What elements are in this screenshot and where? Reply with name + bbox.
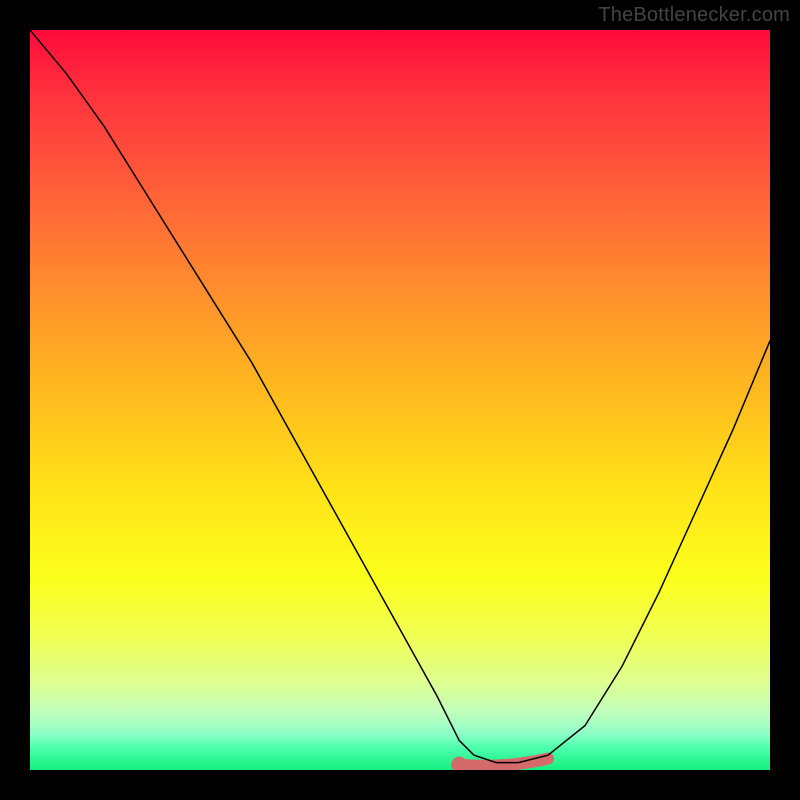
attribution-text: TheBottlenecker.com (598, 4, 790, 27)
chart-frame: TheBottlenecker.com (0, 0, 800, 800)
plot-area (30, 30, 770, 770)
bottleneck-curve (30, 30, 770, 763)
chart-svg (30, 30, 770, 770)
highlight-start-dot (451, 757, 467, 770)
